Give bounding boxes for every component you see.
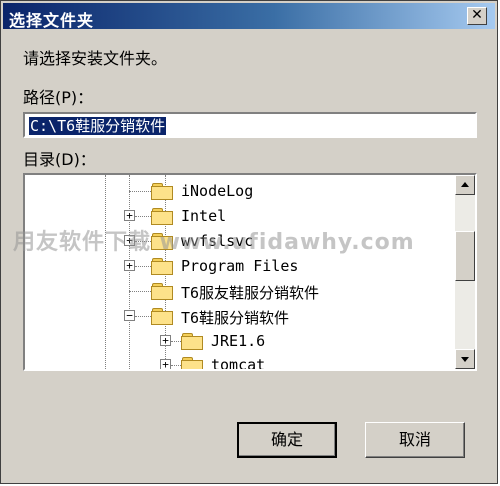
tree-connector — [129, 191, 151, 192]
collapse-icon[interactable]: − — [124, 310, 135, 321]
tree-item-label: JRE1.6 — [211, 332, 266, 350]
directory-label: 目录(D)： — [23, 150, 96, 169]
tree-item-label: Intel — [181, 207, 227, 225]
tree-item[interactable]: − T6鞋服分销软件 — [25, 304, 445, 328]
expand-icon[interactable]: + — [160, 335, 171, 346]
tree-item-label: T6鞋服分销软件 — [181, 309, 290, 327]
ok-button[interactable]: 确定 — [237, 422, 337, 458]
tree-connector — [135, 266, 151, 267]
watermark: 用友软件下载 www.ufidawhy.com — [13, 230, 415, 255]
scroll-down-button[interactable] — [455, 349, 475, 369]
tree-item[interactable]: + tomcat — [25, 353, 445, 371]
tree-connector — [171, 365, 181, 366]
title-bar[interactable]: 选择文件夹 ✕ — [3, 3, 495, 30]
arrow-up-icon — [461, 182, 469, 187]
folder-icon — [151, 258, 173, 275]
tree-connector — [135, 216, 151, 217]
folder-icon — [181, 333, 203, 350]
expand-icon[interactable]: + — [124, 260, 135, 271]
directory-tree[interactable]: iNodeLog + Intel + wvfslsvc + Program Fi… — [23, 173, 477, 371]
path-input-value: C:\T6鞋服分销软件 — [29, 117, 167, 135]
tree-item[interactable]: + JRE1.6 — [25, 329, 445, 353]
tree-item-label: T6服友鞋服分销软件 — [181, 284, 320, 302]
expand-icon[interactable]: + — [160, 359, 171, 369]
instruction-text: 请选择安装文件夹。 — [23, 49, 168, 68]
scroll-up-button[interactable] — [455, 175, 475, 195]
scroll-thumb[interactable] — [455, 231, 475, 281]
tree-item[interactable]: iNodeLog — [25, 179, 445, 203]
tree-item[interactable]: + Program Files — [25, 254, 445, 278]
close-button[interactable]: ✕ — [467, 7, 487, 25]
tree-connector — [171, 341, 181, 342]
tree-item-label: tomcat — [211, 356, 266, 371]
expand-icon[interactable]: + — [124, 210, 135, 221]
dialog-title: 选择文件夹 — [9, 11, 95, 30]
folder-icon — [151, 283, 173, 300]
tree-item-label: iNodeLog — [181, 182, 254, 200]
arrow-down-icon — [461, 357, 469, 362]
select-folder-dialog: 选择文件夹 ✕ 请选择安装文件夹。 路径(P)： C:\T6鞋服分销软件 目录(… — [0, 0, 498, 484]
tree-connector — [129, 291, 151, 292]
path-input[interactable]: C:\T6鞋服分销软件 — [23, 112, 477, 138]
folder-icon — [181, 357, 203, 369]
cancel-button[interactable]: 取消 — [365, 422, 465, 458]
close-icon: ✕ — [471, 7, 483, 23]
folder-open-icon — [151, 308, 173, 325]
vertical-scrollbar[interactable] — [455, 175, 475, 369]
folder-icon — [151, 183, 173, 200]
path-label: 路径(P)： — [23, 88, 94, 107]
tree-item[interactable]: T6服友鞋服分销软件 — [25, 279, 445, 303]
folder-icon — [151, 208, 173, 225]
tree-connector — [135, 316, 151, 317]
tree-item-label: Program Files — [181, 257, 299, 275]
